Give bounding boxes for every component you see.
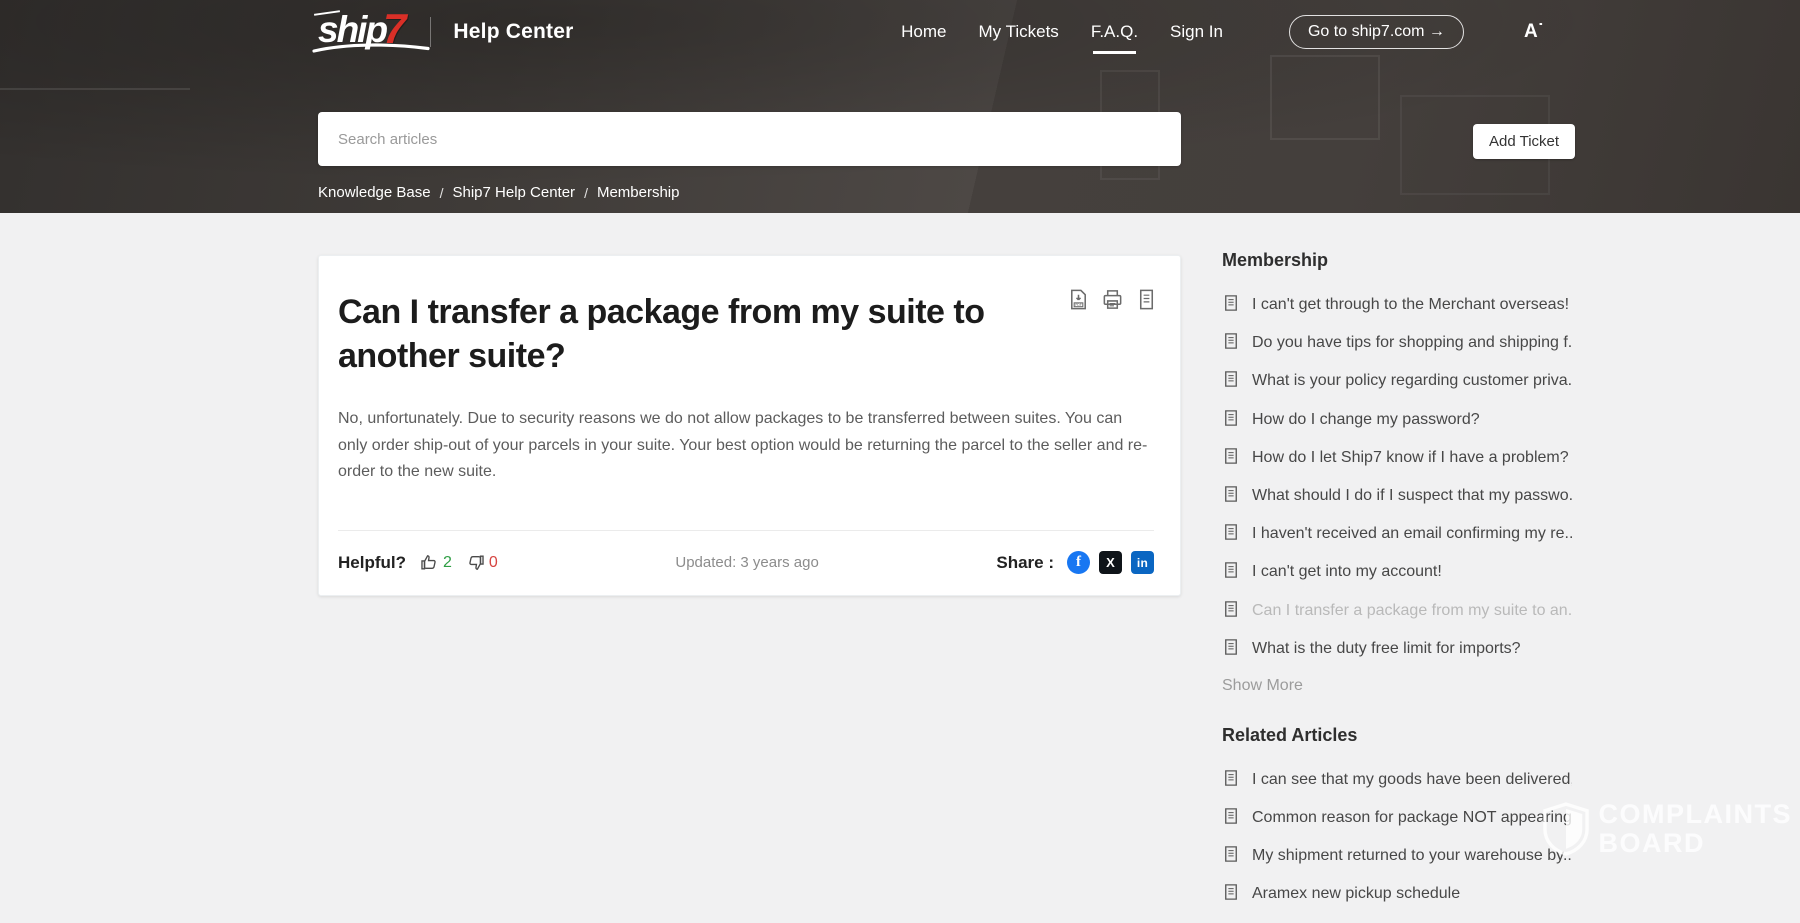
logo-swoosh bbox=[312, 42, 430, 54]
article-page-icon bbox=[1222, 447, 1240, 465]
article-page-icon bbox=[1222, 485, 1240, 503]
breadcrumb: Knowledge Base / Ship7 Help Center / Mem… bbox=[318, 184, 679, 201]
article-page-icon bbox=[1222, 294, 1240, 312]
sidebar-related-shipment-returned[interactable]: My shipment returned to your warehouse b… bbox=[1222, 846, 1572, 865]
sidebar-item-shopping-tips[interactable]: Do you have tips for shopping and shippi… bbox=[1222, 333, 1572, 352]
thumbs-down-count: 0 bbox=[489, 554, 498, 572]
add-ticket-button[interactable]: Add Ticket bbox=[1473, 124, 1575, 159]
watermark-line1: COMPLAINTS bbox=[1599, 800, 1793, 828]
document-icon[interactable] bbox=[1135, 288, 1158, 311]
article-body: No, unfortunately. Due to security reaso… bbox=[338, 406, 1154, 485]
article-page-icon bbox=[1222, 523, 1240, 541]
sidebar-related-goods-delivered[interactable]: I can see that my goods have been delive… bbox=[1222, 770, 1572, 789]
sidebar-item-suspect-password[interactable]: What should I do if I suspect that my pa… bbox=[1222, 486, 1572, 505]
article-page-icon bbox=[1222, 561, 1240, 579]
linkedin-share-icon[interactable]: in bbox=[1131, 551, 1154, 574]
product-name: Help Center bbox=[453, 20, 573, 44]
brand-divider bbox=[430, 17, 431, 47]
complaintsboard-watermark: COMPLAINTS BOARD bbox=[1543, 800, 1793, 857]
article-page-icon bbox=[1222, 370, 1240, 388]
sidebar-section-related-title: Related Articles bbox=[1222, 725, 1572, 746]
sidebar-item-transfer-package-current[interactable]: Can I transfer a package from my suite t… bbox=[1222, 601, 1572, 620]
top-navigation-bar: ship 7 Help Center Home My Tickets F.A.Q… bbox=[318, 0, 1544, 64]
breadcrumb-knowledge-base[interactable]: Knowledge Base bbox=[318, 184, 431, 201]
primary-nav: Home My Tickets F.A.Q. Sign In Go to shi… bbox=[901, 15, 1544, 49]
facebook-share-icon[interactable]: f bbox=[1067, 551, 1090, 574]
nav-item-sign-in[interactable]: Sign In bbox=[1170, 22, 1223, 42]
sidebar-item-change-password[interactable]: How do I change my password? bbox=[1222, 410, 1572, 429]
article-page-icon bbox=[1222, 332, 1240, 350]
show-more-link[interactable]: Show More bbox=[1222, 677, 1572, 695]
thumbs-up-count: 2 bbox=[443, 554, 452, 572]
article-page-icon bbox=[1222, 769, 1240, 787]
sidebar-section-membership-title: Membership bbox=[1222, 250, 1572, 271]
language-icon[interactable]: A˙ bbox=[1524, 21, 1544, 43]
hero-background bbox=[0, 88, 190, 90]
download-pdf-icon[interactable]: PDF bbox=[1067, 288, 1090, 311]
sidebar-item-email-confirmation[interactable]: I haven't received an email confirming m… bbox=[1222, 524, 1572, 543]
sidebar-item-report-problem[interactable]: How do I let Ship7 know if I have a prob… bbox=[1222, 448, 1572, 467]
breadcrumb-separator: / bbox=[584, 185, 588, 201]
article-footer: Helpful? 2 0 Updated: 3 years ago Share … bbox=[319, 531, 1180, 595]
helpful-label: Helpful? bbox=[338, 553, 406, 573]
article-page-icon bbox=[1222, 807, 1240, 825]
thumbs-up-button[interactable]: 2 bbox=[420, 553, 452, 572]
x-twitter-share-icon[interactable]: X bbox=[1099, 551, 1122, 574]
ship7-logo[interactable]: ship 7 bbox=[318, 10, 404, 54]
article-page-icon bbox=[1222, 409, 1240, 427]
breadcrumb-separator: / bbox=[440, 185, 444, 201]
article-page-icon bbox=[1222, 845, 1240, 863]
watermark-line2: BOARD bbox=[1599, 829, 1793, 857]
go-to-ship7-button[interactable]: Go to ship7.com → bbox=[1289, 15, 1464, 49]
thumbs-up-icon bbox=[420, 553, 439, 572]
breadcrumb-membership[interactable]: Membership bbox=[597, 184, 680, 201]
divider bbox=[338, 530, 1154, 531]
sidebar-item-merchant-overseas[interactable]: I can't get through to the Merchant over… bbox=[1222, 295, 1572, 314]
article-title: Can I transfer a package from my suite t… bbox=[338, 290, 1038, 378]
share-group: Share : f X in bbox=[996, 551, 1154, 574]
sidebar-related-package-not-appearing[interactable]: Common reason for package NOT appearing.… bbox=[1222, 808, 1572, 827]
nav-item-my-tickets[interactable]: My Tickets bbox=[979, 22, 1059, 42]
article-page-icon bbox=[1222, 638, 1240, 656]
sidebar-related-aramex-schedule[interactable]: Aramex new pickup schedule bbox=[1222, 884, 1572, 903]
sidebar-item-account-access[interactable]: I can't get into my account! bbox=[1222, 562, 1572, 581]
article-page-icon bbox=[1222, 883, 1240, 901]
share-label: Share : bbox=[996, 553, 1054, 573]
sidebar-item-privacy-policy[interactable]: What is your policy regarding customer p… bbox=[1222, 371, 1572, 390]
article-card: Can I transfer a package from my suite t… bbox=[318, 255, 1181, 596]
svg-text:PDF: PDF bbox=[1075, 303, 1082, 307]
updated-timestamp: Updated: 3 years ago bbox=[498, 554, 997, 571]
article-page-icon bbox=[1222, 600, 1240, 618]
sidebar-item-duty-free-limit[interactable]: What is the duty free limit for imports? bbox=[1222, 639, 1572, 658]
hero-background bbox=[1270, 55, 1380, 140]
print-icon[interactable] bbox=[1101, 288, 1124, 311]
sidebar: Membership I can't get through to the Me… bbox=[1222, 250, 1572, 923]
breadcrumb-help-center[interactable]: Ship7 Help Center bbox=[452, 184, 575, 201]
thumbs-down-icon bbox=[466, 553, 485, 572]
thumbs-down-button[interactable]: 0 bbox=[466, 553, 498, 572]
search-input[interactable] bbox=[318, 112, 1181, 166]
article-actions: PDF bbox=[1067, 288, 1158, 311]
nav-item-home[interactable]: Home bbox=[901, 22, 946, 42]
nav-item-faq[interactable]: F.A.Q. bbox=[1091, 22, 1138, 42]
